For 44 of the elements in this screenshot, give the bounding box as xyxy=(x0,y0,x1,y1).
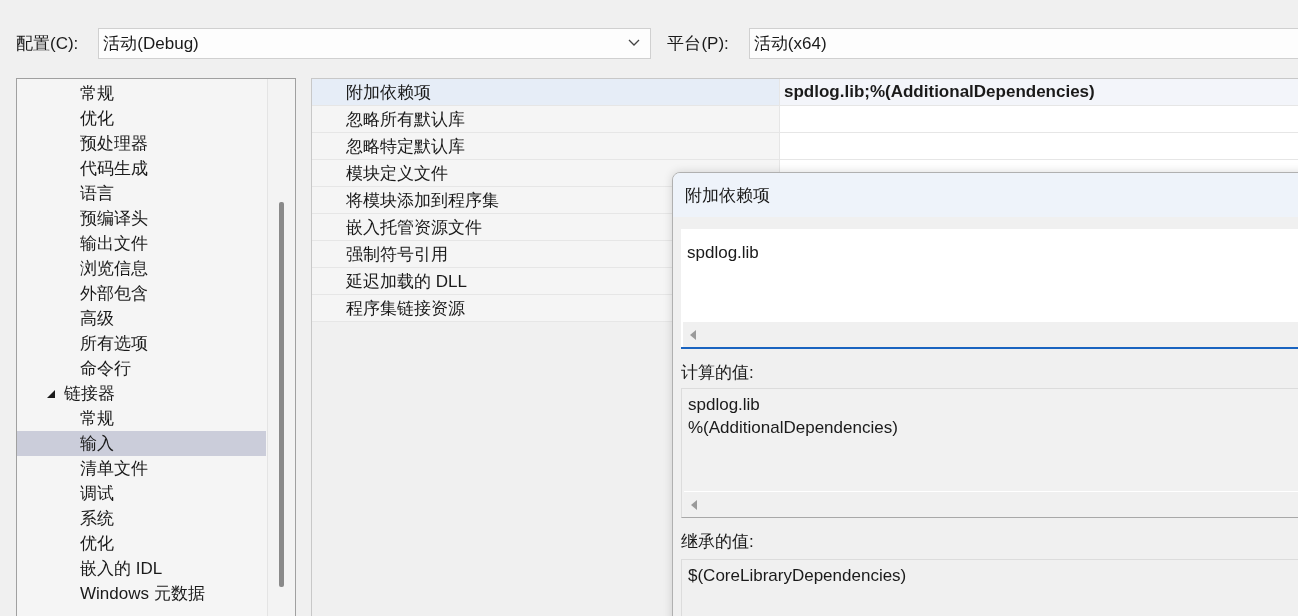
property-row[interactable]: 忽略所有默认库 xyxy=(312,106,1298,133)
tree-item[interactable]: 嵌入的 IDL xyxy=(80,557,163,580)
tree-item[interactable]: 调试 xyxy=(80,482,114,505)
tree-item[interactable]: 代码生成 xyxy=(80,157,148,180)
tree-item[interactable]: Windows 元数据 xyxy=(80,582,205,605)
property-row[interactable]: 忽略特定默认库 xyxy=(312,133,1298,160)
property-row[interactable]: 附加依赖项 spdlog.lib;%(AdditionalDependencies) xyxy=(312,79,1298,106)
inherited-value-box: $(CoreLibraryDependencies) xyxy=(681,559,1298,616)
tree-item[interactable]: 语言 xyxy=(80,182,114,205)
tree-item[interactable]: 优化 xyxy=(80,107,114,130)
tree-item[interactable]: 优化 xyxy=(80,532,114,555)
platform-label: 平台(P): xyxy=(667,32,729,55)
tree-item[interactable]: 链接器 xyxy=(64,382,115,405)
dialog-title: 附加依赖项 xyxy=(673,173,1298,217)
tree-item[interactable]: 所有选项 xyxy=(80,332,148,355)
tree-item[interactable]: 命令行 xyxy=(80,357,131,380)
selected-tree-row[interactable]: 输入 xyxy=(17,431,266,456)
inherited-value-label: 继承的值: xyxy=(680,531,754,553)
property-name: 忽略所有默认库 xyxy=(312,106,780,132)
tree-item[interactable]: 系统 xyxy=(80,507,114,530)
property-value: spdlog.lib;%(AdditionalDependencies) xyxy=(783,81,1096,103)
tree-item[interactable]: 常规 xyxy=(80,407,114,430)
tree-item[interactable]: 高级 xyxy=(80,307,114,330)
tree-item[interactable]: 预处理器 xyxy=(80,132,148,155)
property-name: 附加依赖项 xyxy=(312,79,780,105)
expanded-triangle-icon[interactable] xyxy=(46,388,56,399)
tree-item-label: 输入 xyxy=(80,433,114,455)
platform-dropdown[interactable]: 活动(x64) xyxy=(748,27,1298,59)
value-editor[interactable]: spdlog.lib xyxy=(681,229,1298,349)
computed-value-label: 计算的值: xyxy=(680,362,754,384)
chevron-down-icon xyxy=(628,39,641,47)
computed-value-box: spdlog.lib %(AdditionalDependencies) xyxy=(681,388,1298,518)
property-name: 忽略特定默认库 xyxy=(312,133,780,159)
scroll-left-icon[interactable] xyxy=(690,498,698,511)
config-label: 配置(C): xyxy=(16,32,79,55)
tree-item[interactable]: 输出文件 xyxy=(80,232,148,255)
tree-item[interactable]: 外部包含 xyxy=(80,282,148,305)
tree-item[interactable]: 预编译头 xyxy=(80,207,148,230)
scrollbar-thumb[interactable] xyxy=(279,202,284,587)
tree-item[interactable]: 浏览信息 xyxy=(80,257,148,280)
tree-item[interactable]: 常规 xyxy=(80,82,114,105)
tree-item[interactable]: 清单文件 xyxy=(80,457,148,480)
config-dropdown[interactable]: 活动(Debug) xyxy=(98,27,652,59)
scroll-left-icon[interactable] xyxy=(689,328,697,341)
